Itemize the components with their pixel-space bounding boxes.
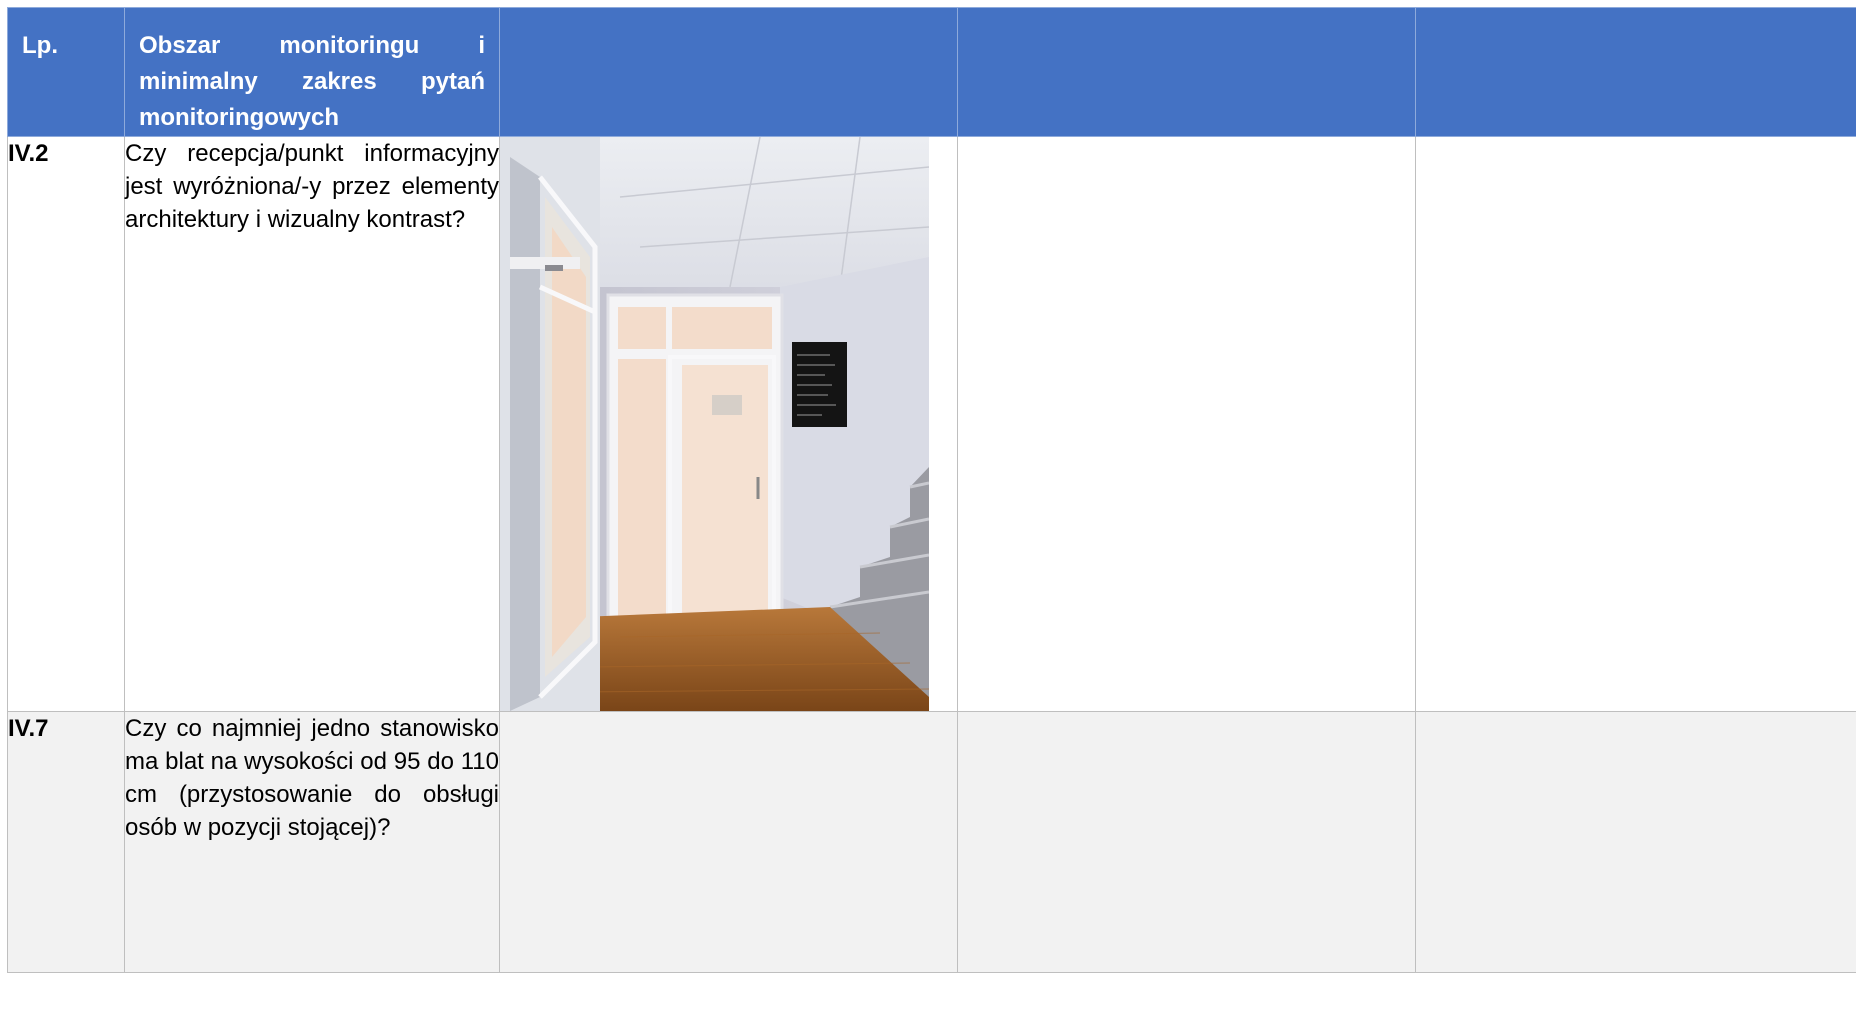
header-lp: Lp. <box>7 7 125 137</box>
monitoring-table: Lp. Obszar monitoringu i minimalny zakre… <box>7 7 1856 973</box>
table-row: IV.7 Czy co najmniej jedno stanowisko ma… <box>7 711 1856 973</box>
header-monitoring-area: Obszar monitoringu i minimalny zakres py… <box>124 7 500 137</box>
empty-cell <box>1415 136 1856 712</box>
header-empty-col-3 <box>499 7 958 137</box>
empty-cell <box>957 711 1416 973</box>
row-number: IV.2 <box>7 136 125 712</box>
empty-cell <box>499 711 958 973</box>
table-header-row: Lp. Obszar monitoringu i minimalny zakre… <box>7 7 1856 137</box>
reception-photo <box>500 137 929 711</box>
row-number: IV.7 <box>7 711 125 973</box>
header-empty-col-4 <box>957 7 1416 137</box>
empty-cell <box>1415 711 1856 973</box>
photo-cell <box>499 136 958 712</box>
empty-cell <box>957 136 1416 712</box>
row-question: Czy co najmniej jedno stanowisko ma blat… <box>124 711 500 973</box>
table-row: IV.2 Czy recepcja/punkt informacyjny jes… <box>7 136 1856 712</box>
document-page: Lp. Obszar monitoringu i minimalny zakre… <box>0 0 1856 1027</box>
header-empty-col-5 <box>1415 7 1856 137</box>
row-question: Czy recepcja/punkt informacyjny jest wyr… <box>124 136 500 712</box>
